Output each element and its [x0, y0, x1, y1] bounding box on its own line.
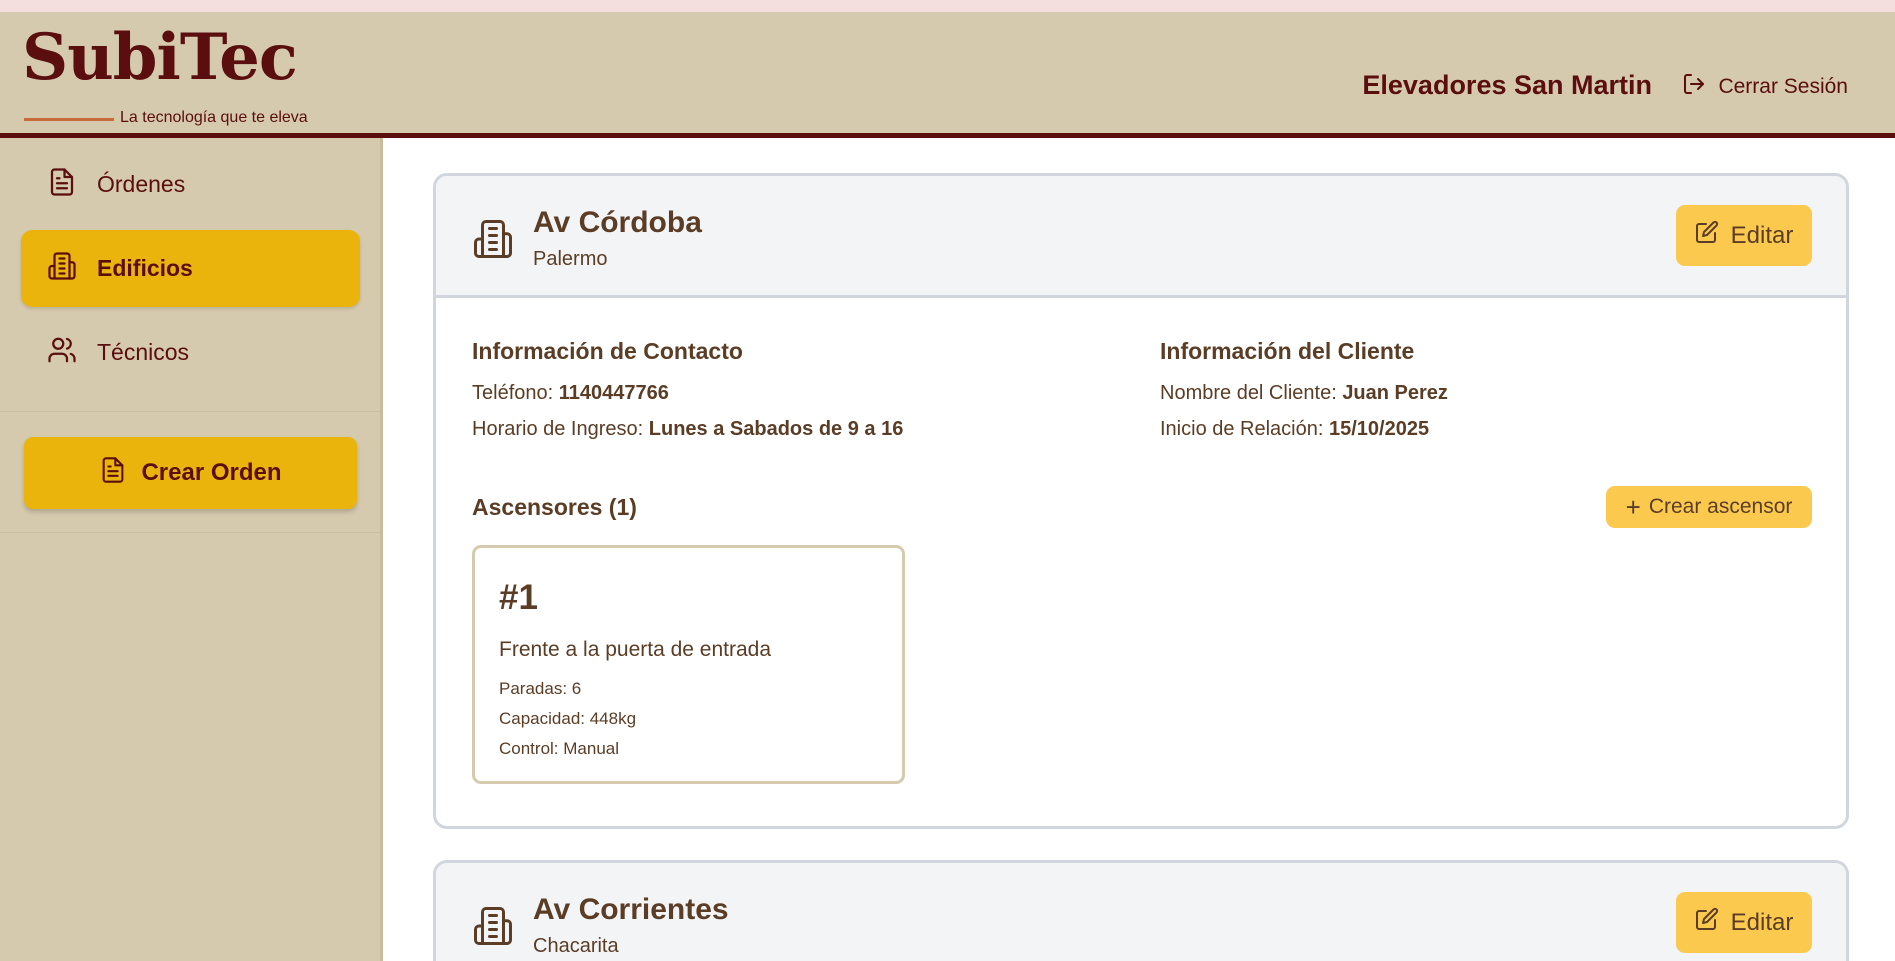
- hours-value: Lunes a Sabados de 9 a 16: [648, 418, 904, 440]
- hours-line: Horario de Ingreso: Lunes a Sabados de 9…: [472, 418, 903, 441]
- document-icon: [47, 167, 77, 203]
- sidebar-divider: [0, 532, 380, 533]
- phone-label: Teléfono:: [472, 382, 554, 404]
- sidebar-item-label: Técnicos: [97, 339, 190, 365]
- client-name-line: Nombre del Cliente: Juan Perez: [1160, 382, 1448, 405]
- elevator-stops: Paradas: 6: [499, 679, 582, 698]
- building-card-body: Información de Contacto Teléfono: 114044…: [436, 298, 1846, 826]
- sidebar: Órdenes Edificios Técnicos Crear Orden: [0, 138, 383, 961]
- sidebar-item-label: Órdenes: [97, 171, 186, 197]
- edit-label: Editar: [1730, 908, 1794, 936]
- elevator-location: Frente a la puerta de entrada: [499, 638, 772, 661]
- building-icon: [47, 251, 77, 287]
- logout-icon: [1682, 72, 1706, 102]
- edit-label: Editar: [1730, 221, 1794, 249]
- building-icon: [472, 218, 514, 260]
- browser-top-strip: [0, 0, 1895, 12]
- sidebar-divider: [0, 411, 380, 412]
- logo-text: SubiTec: [22, 20, 298, 95]
- elevator-capacity: Capacidad: 448kg: [499, 709, 637, 728]
- building-name: Av Corrientes: [533, 893, 729, 926]
- edit-icon: [1695, 907, 1719, 938]
- logo-tagline: La tecnología que te eleva: [120, 109, 308, 126]
- create-order-label: Crear Orden: [141, 459, 282, 486]
- document-icon: [99, 456, 127, 491]
- edit-icon: [1695, 220, 1719, 251]
- company-name: Elevadores San Martin: [1362, 70, 1652, 100]
- client-name-label: Nombre del Cliente:: [1160, 382, 1337, 404]
- building-card: Av Corrientes Chacarita Editar: [433, 860, 1849, 961]
- app-header: SubiTec La tecnología que te eleva Eleva…: [0, 12, 1895, 138]
- building-name: Av Córdoba: [533, 206, 702, 239]
- client-info-heading: Información del Cliente: [1160, 338, 1415, 364]
- building-card-header: Av Corrientes Chacarita Editar: [436, 863, 1846, 961]
- sidebar-item-edificios[interactable]: Edificios: [21, 230, 360, 307]
- create-elevator-label: Crear ascensor: [1648, 495, 1793, 518]
- hours-label: Horario de Ingreso:: [472, 418, 644, 440]
- relation-start-value: 15/10/2025: [1329, 418, 1430, 440]
- relation-start-label: Inicio de Relación:: [1160, 418, 1324, 440]
- building-icon: [472, 905, 514, 947]
- logout-button[interactable]: Cerrar Sesión: [1682, 72, 1848, 102]
- client-name-value: Juan Perez: [1342, 382, 1448, 404]
- users-icon: [47, 335, 77, 371]
- building-card: Av Córdoba Palermo Editar Información de…: [433, 173, 1849, 829]
- edit-building-button[interactable]: Editar: [1676, 892, 1812, 953]
- building-neighborhood: Palermo: [533, 248, 608, 270]
- building-neighborhood: Chacarita: [533, 935, 619, 957]
- sidebar-item-tecnicos[interactable]: Técnicos: [21, 314, 360, 391]
- logo-underline: [24, 118, 114, 121]
- contact-info-heading: Información de Contacto: [472, 338, 743, 364]
- sidebar-item-label: Edificios: [97, 255, 193, 281]
- logout-label: Cerrar Sesión: [1718, 75, 1848, 98]
- phone-line: Teléfono: 1140447766: [472, 382, 669, 405]
- logo[interactable]: SubiTec La tecnología que te eleva: [22, 20, 308, 127]
- building-card-header: Av Córdoba Palermo Editar: [436, 176, 1846, 298]
- sidebar-item-ordenes[interactable]: Órdenes: [21, 146, 360, 223]
- elevator-control: Control: Manual: [499, 739, 620, 758]
- plus-icon: +: [1625, 492, 1641, 522]
- create-order-button[interactable]: Crear Orden: [24, 437, 357, 509]
- elevator-card[interactable]: #1 Frente a la puerta de entrada Paradas…: [472, 545, 905, 784]
- create-elevator-button[interactable]: + Crear ascensor: [1606, 486, 1812, 528]
- elevator-number: #1: [499, 578, 538, 617]
- edit-building-button[interactable]: Editar: [1676, 205, 1812, 266]
- relation-start-line: Inicio de Relación: 15/10/2025: [1160, 418, 1429, 441]
- elevators-heading: Ascensores (1): [472, 494, 637, 520]
- phone-value: 1140447766: [558, 382, 669, 404]
